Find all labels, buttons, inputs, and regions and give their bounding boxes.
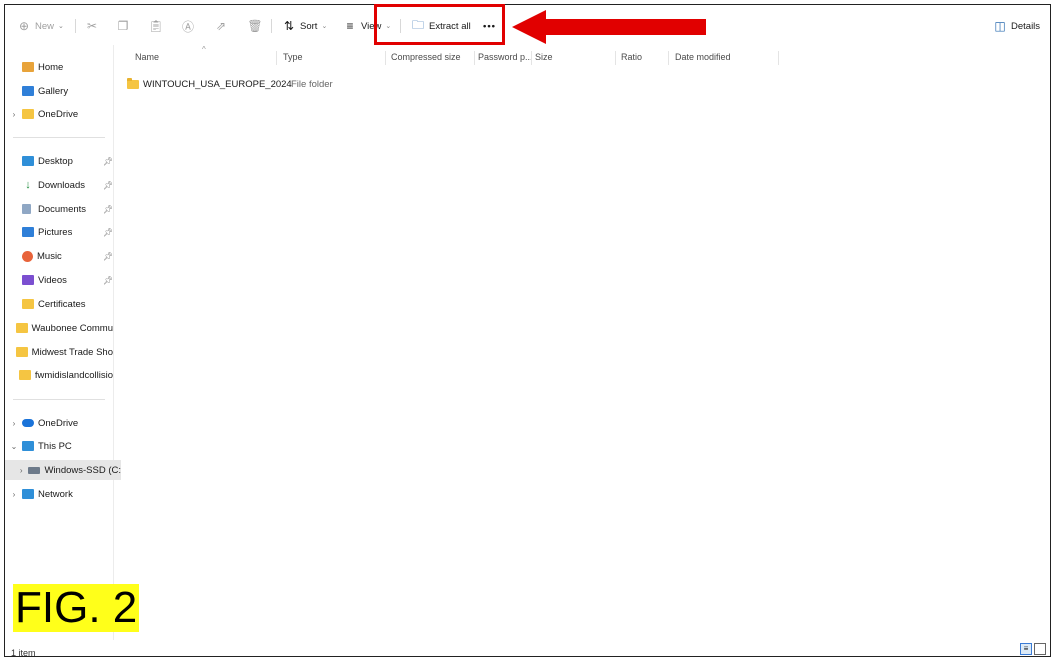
column-divider[interactable] [668,51,669,65]
desktop-icon [22,156,34,166]
column-header-password[interactable]: Password p... [478,49,533,65]
document-icon [22,204,31,214]
clipboard-icon: 📋︎ [148,19,164,33]
column-divider[interactable] [385,51,386,65]
sidebar-item-videos[interactable]: Videos 📌︎ [5,270,113,290]
red-arrow-icon [512,10,706,44]
folder-icon [15,347,28,357]
sidebar-item-windows-ssd[interactable]: › Windows-SSD (C: [5,460,121,480]
file-name: WINTOUCH_USA_EUROPE_2024 [143,78,292,90]
details-view-icon[interactable]: ≡ [1020,643,1032,655]
pin-icon: 📌︎ [103,180,113,190]
details-button[interactable]: ◫ Details [993,17,1040,35]
status-item-count: 1 item [11,648,36,657]
music-icon [22,250,33,262]
chevron-right-icon[interactable]: › [17,466,25,475]
pin-icon: 📌︎ [103,251,113,261]
cloud-icon [22,419,34,427]
toolbar-divider [271,19,272,33]
folder-icon [22,109,34,119]
sidebar-item-documents[interactable]: Documents 📌︎ [5,199,113,219]
rename-icon: Ⓐ [181,19,194,34]
sidebar-item-home[interactable]: Home [5,57,113,77]
folder-icon [18,370,31,380]
sidebar-item-onedrive-top[interactable]: › OneDrive [5,104,113,124]
new-button[interactable]: ⊕ New ⌄ [17,17,64,35]
drive-icon [28,466,41,474]
chevron-down-icon: ⌄ [321,23,328,30]
sidebar-item-waubonee[interactable]: Waubonee Commu [5,318,113,338]
cut-button[interactable]: ✂ [85,17,103,35]
share-button[interactable]: ⇗ [214,17,232,35]
sort-arrows-icon: ⇅ [283,19,295,33]
sidebar-divider [13,137,105,138]
pin-icon: 📌︎ [103,227,113,237]
plus-circle-icon: ⊕ [18,19,30,33]
chevron-down-icon[interactable]: ⌄ [9,442,19,451]
paste-button[interactable]: 📋︎ [148,17,167,35]
navigation-pane: Home Gallery › OneDrive Desktop 📌︎ ↓ Dow… [5,45,121,640]
column-divider[interactable] [778,51,779,65]
copy-button[interactable]: ❐ [116,17,134,35]
pictures-icon [22,227,34,237]
column-header-size[interactable]: Size [535,49,553,65]
sidebar-item-fwmidisland[interactable]: fwmidislandcollisio [5,365,113,385]
scissors-icon: ✂ [86,19,98,33]
column-header-name[interactable]: Name [135,49,159,65]
home-icon [22,62,34,72]
file-explorer-window: ⊕ New ⌄ ✂ ❐ 📋︎ Ⓐ ⇗ 🗑︎ ⇅ Sort ⌄ ≡ View ⌄ … [4,4,1051,657]
figure-label: FIG. 2 [13,583,140,632]
sidebar-item-midwest[interactable]: Midwest Trade Sho [5,342,113,362]
share-icon: ⇗ [215,19,227,33]
chevron-right-icon[interactable]: › [9,490,19,499]
folder-icon [22,299,34,309]
computer-icon [22,441,34,451]
trash-icon: 🗑︎ [247,19,263,33]
sidebar-item-gallery[interactable]: Gallery [5,81,113,101]
chevron-down-icon: ⌄ [58,23,64,30]
column-divider[interactable] [276,51,277,65]
folder-icon [127,77,139,89]
column-header-date-modified[interactable]: Date modified [675,49,731,65]
chevron-right-icon[interactable]: › [9,110,19,119]
network-icon [22,489,34,499]
toolbar-divider [75,19,76,33]
sidebar-item-this-pc[interactable]: ⌄ This PC [5,436,113,456]
column-header-type[interactable]: Type [283,49,303,65]
sidebar-item-network[interactable]: › Network [5,484,113,504]
sort-ascending-icon: ^ [202,44,206,54]
video-icon [22,275,34,285]
sidebar-item-onedrive[interactable]: › OneDrive [5,413,113,433]
sort-button[interactable]: ⇅ Sort ⌄ [282,17,327,35]
gallery-icon [22,86,34,96]
pin-icon: 📌︎ [103,156,113,166]
file-row[interactable]: WINTOUCH_USA_EUROPE_2024 File folder [127,75,333,93]
column-divider[interactable] [615,51,616,65]
delete-button[interactable]: 🗑︎ [247,17,266,35]
copy-icon: ❐ [117,19,129,33]
rename-button[interactable]: Ⓐ [181,17,199,35]
sidebar-item-music[interactable]: Music 📌︎ [5,246,113,266]
column-header-compressed-size[interactable]: Compressed size [391,49,461,65]
sidebar-item-certificates[interactable]: Certificates [5,294,113,314]
column-header-ratio[interactable]: Ratio [621,49,642,65]
tiles-view-icon[interactable] [1034,643,1046,655]
view-lines-icon: ≡ [346,19,354,33]
sidebar-item-downloads[interactable]: ↓ Downloads 📌︎ [5,175,113,195]
sidebar-item-pictures[interactable]: Pictures 📌︎ [5,222,113,242]
highlight-box [374,4,505,45]
sidebar-divider [13,399,105,400]
details-pane-icon: ◫ [994,19,1006,33]
chevron-right-icon[interactable]: › [9,419,19,428]
sidebar-item-desktop[interactable]: Desktop 📌︎ [5,151,113,171]
folder-icon [15,323,28,333]
download-icon: ↓ [25,179,31,191]
column-divider[interactable] [474,51,475,65]
file-type: File folder [291,78,333,90]
pin-icon: 📌︎ [103,275,113,285]
column-divider[interactable] [531,51,532,65]
pin-icon: 📌︎ [103,204,113,214]
